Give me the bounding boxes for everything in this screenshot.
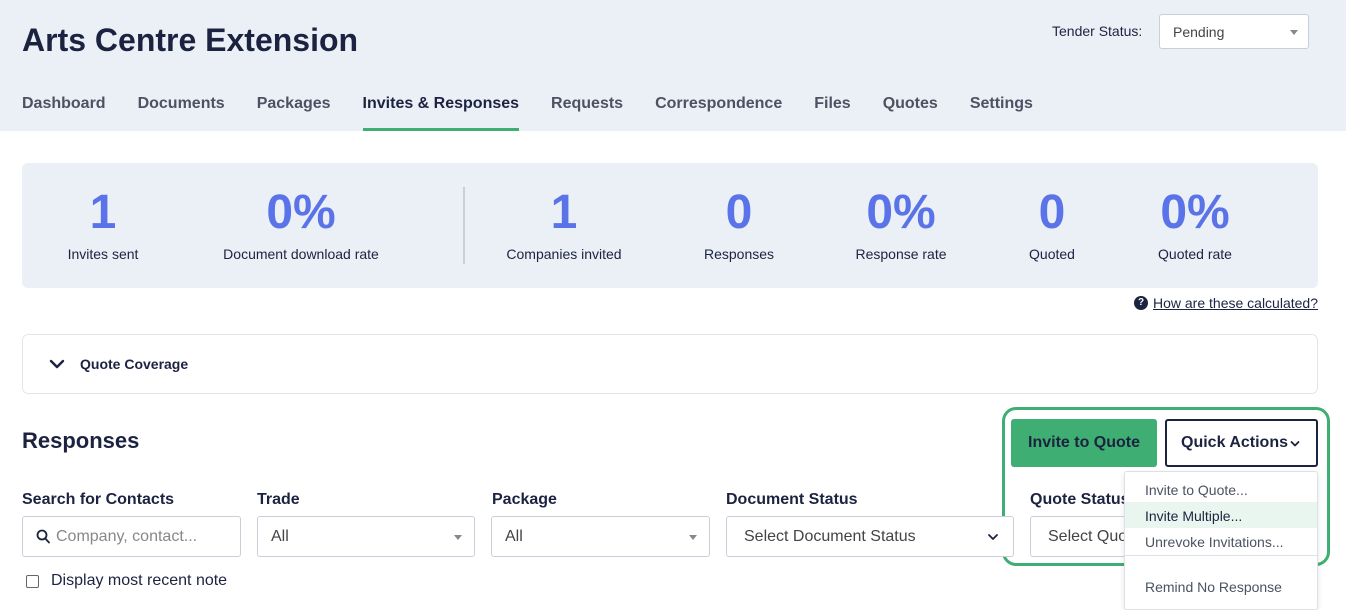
- project-tabs: Dashboard Documents Packages Invites & R…: [22, 94, 1065, 131]
- tab-packages[interactable]: Packages: [257, 94, 331, 131]
- stat-label: Quoted rate: [1158, 246, 1232, 262]
- menu-item-invite-multiple[interactable]: Invite Multiple...: [1125, 502, 1317, 528]
- stat-label: Invites sent: [67, 246, 139, 262]
- stat-value: 1: [89, 186, 117, 239]
- quick-actions-menu: Invite to Quote... Invite Multiple... Un…: [1124, 471, 1318, 610]
- stat-value: 0: [1038, 186, 1066, 239]
- caret-down-icon: [454, 535, 462, 540]
- chevron-down-icon: [988, 534, 998, 540]
- page-title: Arts Centre Extension: [22, 22, 359, 58]
- display-note-row: Display most recent note: [26, 572, 227, 590]
- search-contacts-label: Search for Contacts: [22, 491, 175, 508]
- stat-value: 0: [725, 186, 753, 239]
- stat-label: Document download rate: [223, 246, 379, 262]
- stats-divider: [463, 187, 465, 264]
- document-status-label: Document Status: [726, 491, 858, 508]
- menu-item-invite-to-quote[interactable]: Invite to Quote...: [1125, 476, 1317, 502]
- stat-label: Responses: [703, 246, 775, 262]
- display-note-checkbox[interactable]: [26, 574, 39, 588]
- project-header: Arts Centre Extension Tender Status: Pen…: [0, 0, 1346, 131]
- caret-down-icon: [1290, 30, 1298, 35]
- tab-correspondence[interactable]: Correspondence: [655, 94, 782, 131]
- tab-quotes[interactable]: Quotes: [883, 94, 938, 131]
- stat-companies-invited: 1 Companies invited: [506, 185, 621, 262]
- menu-item-unrevoke-invitations[interactable]: Unrevoke Invitations...: [1125, 528, 1317, 554]
- quick-actions-button[interactable]: Quick Actions: [1165, 419, 1318, 467]
- package-label: Package: [492, 491, 557, 508]
- stat-response-rate: 0% Response rate: [855, 185, 946, 262]
- search-input[interactable]: Company, contact...: [22, 516, 241, 557]
- search-icon: [36, 529, 50, 544]
- tender-status-label: Tender Status:: [1052, 23, 1143, 39]
- stat-quoted-rate: 0% Quoted rate: [1158, 185, 1232, 262]
- stat-label: Quoted: [1029, 246, 1075, 262]
- stat-value: 0%: [1160, 186, 1230, 239]
- document-status-select[interactable]: Select Document Status: [726, 516, 1014, 557]
- tab-documents[interactable]: Documents: [138, 94, 225, 131]
- tender-status-select[interactable]: Pending: [1159, 14, 1309, 49]
- package-select[interactable]: All: [491, 516, 710, 557]
- package-value: All: [505, 528, 523, 545]
- caret-down-icon: [689, 535, 697, 540]
- quote-status-label: Quote Status: [1030, 491, 1130, 508]
- display-note-label: Display most recent note: [51, 572, 228, 589]
- stat-label: Companies invited: [506, 246, 622, 262]
- search-placeholder: Company, contact...: [56, 528, 198, 545]
- tab-invites-responses[interactable]: Invites & Responses: [362, 94, 520, 131]
- quote-coverage-panel[interactable]: Quote Coverage: [22, 334, 1318, 394]
- tab-dashboard[interactable]: Dashboard: [22, 94, 106, 131]
- stat-value: 0%: [866, 186, 936, 239]
- stat-responses: 0 Responses: [704, 185, 774, 262]
- trade-label: Trade: [257, 491, 300, 508]
- how-calculated-link[interactable]: ? How are these calculated?: [1134, 295, 1318, 311]
- chevron-down-icon: [1290, 441, 1300, 447]
- chevron-down-icon: [49, 359, 65, 369]
- tab-settings[interactable]: Settings: [970, 94, 1033, 131]
- responses-heading: Responses: [22, 428, 140, 453]
- help-icon: ?: [1134, 296, 1148, 310]
- tab-requests[interactable]: Requests: [551, 94, 623, 131]
- stats-panel: 1 Invites sent 0% Document download rate…: [22, 163, 1318, 288]
- menu-item-remind-no-response[interactable]: Remind No Response: [1125, 573, 1317, 599]
- trade-select[interactable]: All: [257, 516, 475, 557]
- stat-label: Response rate: [855, 246, 947, 262]
- document-status-value: Select Document Status: [744, 528, 916, 545]
- how-calculated-text: How are these calculated?: [1153, 295, 1318, 311]
- quick-actions-label: Quick Actions: [1181, 434, 1288, 451]
- menu-divider: [1125, 555, 1317, 556]
- quote-coverage-label: Quote Coverage: [80, 356, 189, 372]
- trade-value: All: [271, 528, 289, 545]
- stat-invites-sent: 1 Invites sent: [68, 185, 139, 262]
- stat-value: 1: [550, 186, 578, 239]
- tender-status-value: Pending: [1173, 24, 1225, 40]
- stat-download-rate: 0% Document download rate: [223, 185, 379, 262]
- stat-quoted: 0 Quoted: [1029, 185, 1075, 262]
- tab-files[interactable]: Files: [814, 94, 850, 131]
- stat-value: 0%: [266, 186, 336, 239]
- invite-to-quote-button[interactable]: Invite to Quote: [1011, 419, 1157, 467]
